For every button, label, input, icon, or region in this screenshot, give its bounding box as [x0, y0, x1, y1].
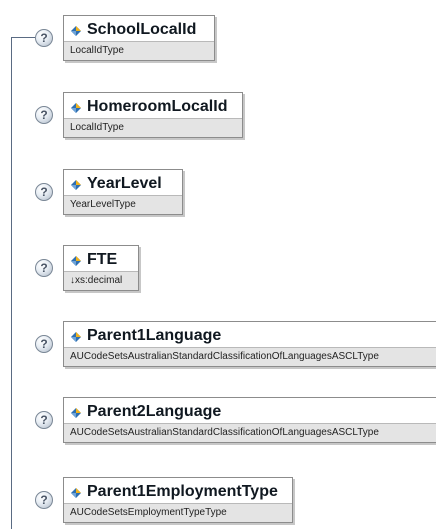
help-icon[interactable]: ?	[35, 183, 53, 201]
element-box-school-local-id[interactable]: SchoolLocalId LocalIdType	[63, 15, 215, 61]
element-type: YearLevelType	[64, 195, 182, 214]
help-icon[interactable]: ?	[35, 259, 53, 277]
element-name-row: YearLevel	[70, 174, 162, 194]
connector-branch	[11, 37, 35, 38]
element-name: Parent1Language	[87, 327, 222, 344]
element-diamond-icon	[70, 486, 82, 498]
element-diamond-icon	[70, 330, 82, 342]
help-icon[interactable]: ?	[35, 106, 53, 124]
element-box-parent2-language[interactable]: Parent2Language AUCodeSetsAustralianStan…	[63, 397, 436, 443]
element-diamond-icon	[70, 101, 82, 113]
element-type: ↓xs:decimal	[64, 271, 138, 290]
element-type: LocalIdType	[64, 118, 242, 137]
element-type: AUCodeSetsAustralianStandardClassificati…	[64, 347, 436, 366]
sequence-connector-line	[11, 37, 12, 529]
element-diamond-icon	[70, 178, 82, 190]
element-name: Parent1EmploymentType	[87, 483, 278, 500]
element-diamond-icon	[70, 24, 82, 36]
element-diamond-icon	[70, 406, 82, 418]
element-name-row: Parent2Language	[70, 402, 221, 422]
help-icon[interactable]: ?	[35, 29, 53, 47]
element-type: AUCodeSetsAustralianStandardClassificati…	[64, 423, 436, 442]
element-name: SchoolLocalId	[87, 21, 197, 38]
help-icon[interactable]: ?	[35, 491, 53, 509]
element-box-homeroom-local-id[interactable]: HomeroomLocalId LocalIdType	[63, 92, 243, 138]
element-name-row: FTE	[70, 250, 117, 270]
element-box-parent1-employment-type[interactable]: Parent1EmploymentType AUCodeSetsEmployme…	[63, 477, 293, 523]
element-name-row: HomeroomLocalId	[70, 97, 227, 117]
element-name-row: Parent1Language	[70, 326, 221, 346]
element-diamond-icon	[70, 254, 82, 266]
element-box-year-level[interactable]: YearLevel YearLevelType	[63, 169, 183, 215]
help-icon[interactable]: ?	[35, 411, 53, 429]
element-name: Parent2Language	[87, 403, 222, 420]
element-type: LocalIdType	[64, 41, 214, 60]
element-name: FTE	[87, 251, 118, 268]
element-name-row: Parent1EmploymentType	[70, 482, 278, 502]
element-name-row: SchoolLocalId	[70, 20, 196, 40]
element-type: AUCodeSetsEmploymentTypeType	[64, 503, 292, 522]
help-icon[interactable]: ?	[35, 335, 53, 353]
element-name: HomeroomLocalId	[87, 98, 228, 115]
element-name: YearLevel	[87, 175, 162, 192]
element-box-fte[interactable]: FTE ↓xs:decimal	[63, 245, 139, 291]
element-box-parent1-language[interactable]: Parent1Language AUCodeSetsAustralianStan…	[63, 321, 436, 367]
